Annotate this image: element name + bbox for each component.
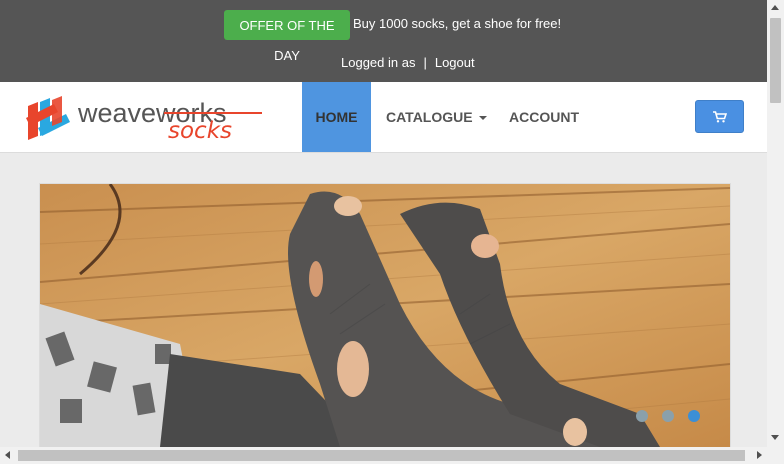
cart-button[interactable] (695, 100, 744, 133)
scroll-left-icon[interactable] (5, 451, 10, 459)
horizontal-scrollbar[interactable] (0, 447, 784, 464)
logo-mark-icon: weaveworks socks (26, 96, 262, 144)
scroll-right-icon[interactable] (757, 451, 762, 459)
login-status: Logged in as | Logout (341, 55, 475, 70)
horizontal-scroll-thumb[interactable] (18, 450, 745, 461)
logout-link[interactable]: Logout (435, 55, 475, 70)
logo-sub-text: socks (168, 118, 232, 142)
separator: | (423, 55, 427, 70)
weaveworks-socks-logo[interactable]: weaveworks socks (24, 92, 264, 144)
scroll-up-icon[interactable] (771, 5, 779, 10)
offer-text: Buy 1000 socks, get a shoe for free! (353, 16, 562, 31)
nav-account[interactable]: ACCOUNT (495, 82, 593, 152)
vertical-scrollbar[interactable] (767, 0, 784, 447)
cart-icon (713, 111, 727, 123)
top-bar: OFFER OF THE DAY Buy 1000 socks, get a s… (0, 0, 767, 82)
caret-down-icon (478, 116, 487, 121)
carousel-dot[interactable] (662, 410, 674, 422)
carousel-dot[interactable] (636, 410, 648, 422)
nav-catalogue[interactable]: CATALOGUE (372, 82, 501, 152)
carousel-dot-active[interactable] (688, 410, 700, 422)
holey-socks-photo (40, 184, 730, 447)
logged-in-label: Logged in as (341, 55, 416, 70)
hero-carousel[interactable] (39, 183, 731, 448)
nav-catalogue-label: CATALOGUE (386, 109, 473, 125)
main-navbar: weaveworks socks HOME CATALOGUE ACCOUNT (0, 82, 767, 153)
nav-home[interactable]: HOME (302, 82, 371, 152)
scroll-down-icon[interactable] (771, 435, 779, 440)
offer-of-the-day-button[interactable]: OFFER OF THE DAY (224, 10, 350, 63)
vertical-scroll-thumb[interactable] (770, 18, 781, 103)
